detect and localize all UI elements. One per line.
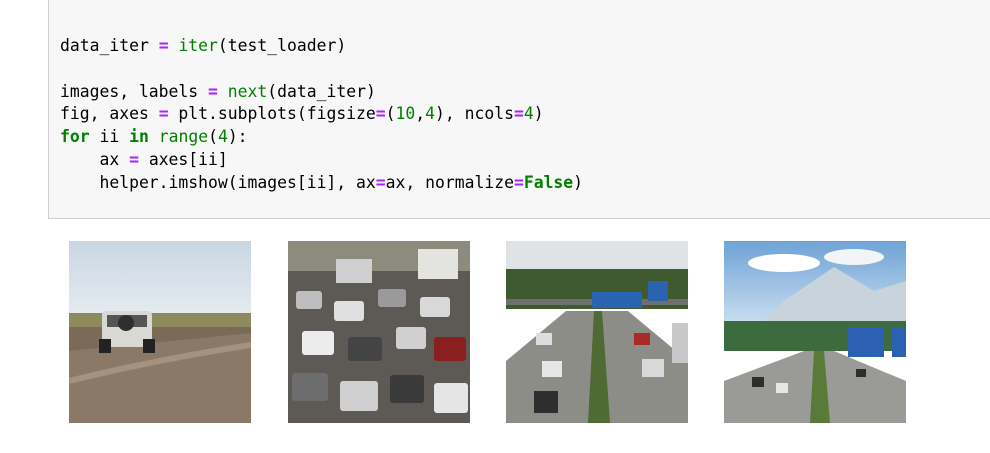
code-line: images, labels = next(data_iter)	[60, 81, 583, 104]
code-token: )	[573, 172, 584, 192]
code-line: helper.imshow(images[ii], ax=ax, normali…	[60, 172, 583, 195]
code-token: 4	[425, 104, 436, 124]
code-token: plt.subplots(figsize	[168, 104, 376, 124]
code-token: next	[227, 81, 268, 101]
code-token: =	[129, 149, 139, 169]
highway-signs-image	[506, 241, 688, 423]
code-token: (	[385, 104, 396, 124]
code-token: =	[208, 81, 218, 101]
code-token: data_iter	[60, 36, 159, 55]
code-token: (data_iter)	[267, 81, 376, 101]
code-token: helper.imshow(images[ii], ax	[60, 172, 376, 192]
output-image-3	[506, 241, 688, 423]
code-token: ax	[60, 149, 130, 169]
suv-on-dirt-road-image	[69, 241, 251, 423]
code-token: =	[514, 104, 524, 124]
output-image-1	[69, 241, 251, 423]
code-token: (	[208, 127, 218, 147]
code-line: data_iter = iter(test_loader)	[60, 35, 583, 58]
code-line: fig, axes = plt.subplots(figsize=(10,4),…	[60, 103, 583, 126]
code-token: for	[60, 127, 90, 147]
code-token: =	[513, 172, 524, 192]
code-token: ), ncols	[435, 104, 514, 124]
code-line: ax = axes[ii]	[60, 149, 583, 172]
code-token: (test_loader)	[217, 36, 347, 55]
code-editor[interactable]: data_iter = iter(test_loader) images, la…	[60, 35, 583, 195]
mountain-highway-image	[724, 241, 906, 423]
code-token: =	[158, 36, 169, 55]
code-token: iter	[178, 36, 218, 55]
code-token: 4	[217, 127, 228, 147]
code-token: axes[ii]	[138, 149, 228, 169]
code-token: images, labels	[60, 81, 209, 101]
code-token: False	[523, 172, 574, 192]
code-token: ii	[89, 127, 130, 147]
code-token: =	[375, 172, 386, 192]
code-token: in	[129, 127, 149, 147]
code-line: for ii in range(4):	[60, 126, 583, 149]
output-image-2	[288, 241, 470, 423]
code-token: range	[158, 127, 209, 147]
code-token: =	[375, 104, 386, 124]
code-token: ,	[415, 104, 426, 124]
code-cell-input[interactable]: data_iter = iter(test_loader) images, la…	[48, 0, 990, 219]
code-token: )	[533, 104, 544, 124]
output-image-4	[724, 241, 906, 423]
code-token: ):	[227, 127, 248, 147]
traffic-jam-image	[288, 241, 470, 423]
code-token: =	[158, 104, 169, 124]
code-token: 10	[395, 104, 416, 124]
code-token: 4	[523, 104, 534, 124]
code-token: fig, axes	[60, 104, 159, 124]
code-token: ax, normalize	[385, 172, 514, 192]
